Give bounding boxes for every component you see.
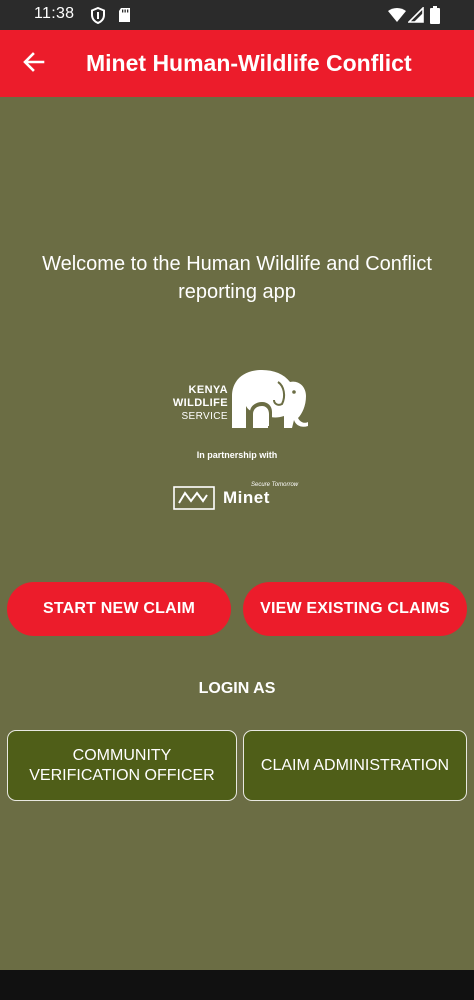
arrow-left-icon [23,51,45,78]
minet-wordmark: Minet [223,488,270,507]
status-time: 11:38 [34,5,75,22]
elephant-icon [228,366,312,435]
view-existing-claims-button[interactable]: VIEW EXISTING CLAIMS [243,582,467,636]
shield-icon [90,6,106,29]
start-new-claim-button[interactable]: START NEW CLAIM [7,582,231,636]
kws-logo-line1: KENYA [188,384,228,396]
wifi-icon [388,8,406,27]
claim-administration-label: CLAIM ADMINISTRATION [260,756,450,774]
minet-mark-icon [173,486,215,515]
minet-logo: Secure Tomorrow Minet [173,482,298,515]
app-screen: 11:38 Minet Human-Wildlife Conflict Welc… [0,0,474,1000]
status-bar: 11:38 [0,0,474,30]
app-bar: Minet Human-Wildlife Conflict [0,30,474,97]
kws-logo-line3: SERVICE [181,411,228,422]
community-verification-officer-label: COMMUNITY VERIFICATION OFFICER [29,746,215,784]
community-verification-officer-button[interactable]: COMMUNITY VERIFICATION OFFICER [7,730,237,801]
welcome-text: Welcome to the Human Wildlife and Confli… [42,253,432,303]
login-as-heading: LOGIN AS [198,680,276,697]
app-title: Minet Human-Wildlife Conflict [86,50,412,76]
kws-logo: KENYA WILDLIFE SERVICE [160,366,314,432]
sd-card-icon [118,7,131,28]
kws-logo-line2: WILDLIFE [172,397,228,409]
claim-administration-button[interactable]: CLAIM ADMINISTRATION [243,730,467,801]
signal-icon [407,6,424,28]
kws-logo-text: KENYA WILDLIFE SERVICE [160,384,228,423]
back-button[interactable] [16,46,52,82]
battery-icon [430,6,440,29]
system-navigation-bar [0,970,474,1000]
partnership-text: In partnership with [196,450,278,460]
